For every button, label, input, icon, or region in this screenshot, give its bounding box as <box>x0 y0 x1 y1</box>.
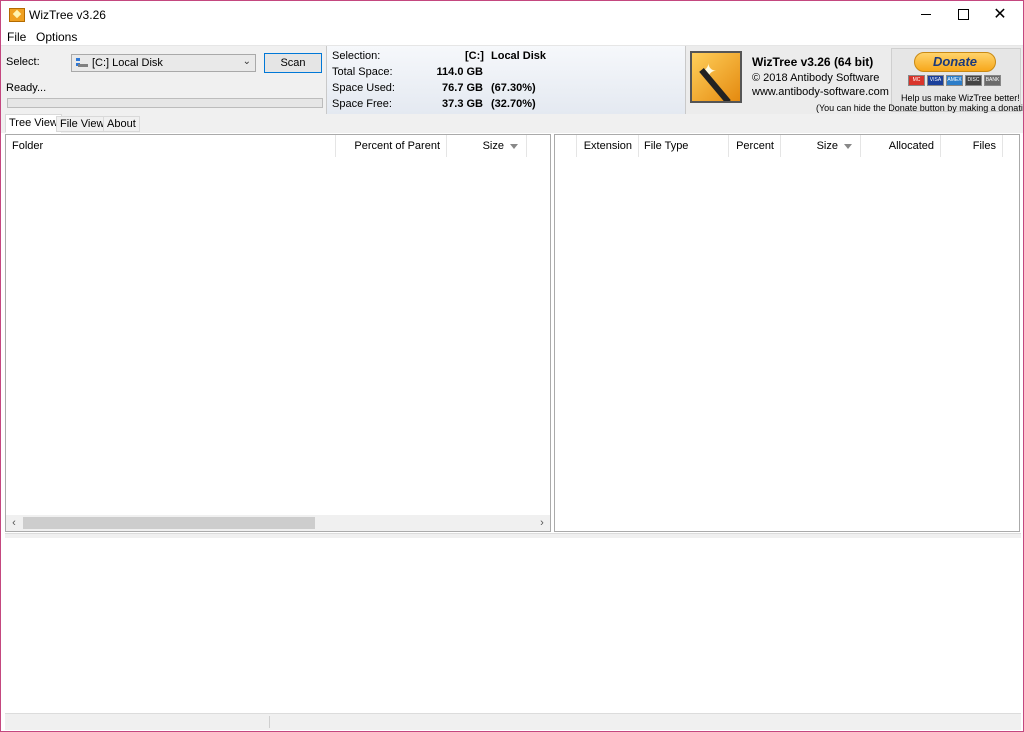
tab-file-view[interactable]: File View <box>56 116 109 132</box>
minimize-icon <box>921 14 931 16</box>
column-percent-of-parent[interactable]: Percent of Parent <box>336 135 447 157</box>
maximize-icon <box>957 9 969 21</box>
scan-button[interactable]: Scan <box>264 53 322 73</box>
amex-icon: AMEX <box>946 75 963 86</box>
disk-stats-panel: Selection: [C:] Local Disk Total Space: … <box>327 46 685 114</box>
sort-descending-icon <box>844 143 852 149</box>
website-link[interactable]: www.antibody-software.com <box>752 86 889 98</box>
space-free-label: Space Free: <box>332 98 392 110</box>
total-space-value: 114.0 GB <box>436 66 483 78</box>
column-file-type[interactable]: File Type <box>639 135 729 157</box>
menu-file[interactable]: File <box>7 30 26 44</box>
title-bar: WizTree v3.26 ✕ <box>1 1 1023 29</box>
column-ext-size[interactable]: Size <box>781 135 861 157</box>
space-used-label: Space Used: <box>332 82 395 94</box>
wiztree-app-icon <box>9 8 25 22</box>
select-label: Select: <box>6 56 40 68</box>
bank-icon: BANK <box>984 75 1001 86</box>
selection-label: Selection: <box>332 50 381 62</box>
payment-cards: MC VISA AMEX DISC BANK <box>908 75 1003 88</box>
drive-select-value: [C:] Local Disk <box>92 57 163 69</box>
scroll-left-icon[interactable]: ‹ <box>6 515 22 531</box>
drive-icon <box>76 58 88 67</box>
app-window: WizTree v3.26 ✕ File Options Select: [C:… <box>0 0 1024 732</box>
product-name: WizTree v3.26 (64 bit) <box>752 55 874 69</box>
scan-progress-bar <box>7 98 323 108</box>
visa-icon: VISA <box>927 75 944 86</box>
magic-wand-logo-icon[interactable]: ✦ <box>690 51 742 103</box>
banner-panel: ✦ WizTree v3.26 (64 bit) © 2018 Antibody… <box>686 46 1023 114</box>
space-used-percent: (67.30%) <box>491 82 536 94</box>
copyright-text: © 2018 Antibody Software <box>752 72 880 84</box>
tab-tree-view[interactable]: Tree View <box>5 114 62 133</box>
menu-bar: File Options <box>1 29 1023 45</box>
top-panel: Select: [C:] Local Disk ⌄ Scan Ready... … <box>1 45 1023 114</box>
horizontal-scrollbar[interactable]: ‹ › <box>6 515 550 531</box>
space-free-value: 37.3 GB <box>442 98 483 110</box>
column-files[interactable]: Files <box>941 135 1003 157</box>
status-separator <box>269 716 270 728</box>
space-used-value: 76.7 GB <box>442 82 483 94</box>
minimize-button[interactable] <box>907 1 945 29</box>
mastercard-icon: MC <box>908 75 925 86</box>
donate-button[interactable]: Donate <box>914 52 996 72</box>
tab-about[interactable]: About <box>103 116 140 132</box>
treemap-area[interactable] <box>5 538 1021 712</box>
status-text: Ready... <box>6 82 47 94</box>
window-title: WizTree v3.26 <box>29 8 106 22</box>
file-types-panel[interactable]: Extension File Type Percent Size Allocat… <box>554 134 1020 532</box>
column-allocated[interactable]: Allocated <box>861 135 941 157</box>
chevron-down-icon: ⌄ <box>242 56 251 67</box>
view-tabs: Tree View File View About <box>1 114 1023 133</box>
donate-help-text: Help us make WizTree better! <box>901 93 1020 103</box>
column-size[interactable]: Size <box>447 135 527 157</box>
selection-drive: [C:] <box>465 50 484 62</box>
column-folder[interactable]: Folder <box>6 135 336 157</box>
menu-options[interactable]: Options <box>36 30 77 44</box>
column-percent[interactable]: Percent <box>729 135 781 157</box>
column-extension[interactable]: Extension <box>577 135 639 157</box>
column-size-label: Size <box>482 140 504 152</box>
column-ext-size-label: Size <box>816 140 838 152</box>
discover-icon: DISC <box>965 75 982 86</box>
scrollbar-thumb[interactable] <box>23 517 315 529</box>
drive-select[interactable]: [C:] Local Disk ⌄ <box>71 54 256 72</box>
close-button[interactable]: ✕ <box>981 1 1019 29</box>
maximize-button[interactable] <box>944 1 982 29</box>
close-icon: ✕ <box>993 6 1007 23</box>
tree-view-panel[interactable]: Folder Percent of Parent Size ‹ › <box>5 134 551 532</box>
status-bar <box>5 713 1021 730</box>
donate-hide-note: (You can hide the Donate button by makin… <box>816 103 1024 113</box>
space-free-percent: (32.70%) <box>491 98 536 110</box>
total-space-label: Total Space: <box>332 66 393 78</box>
sort-descending-icon <box>510 143 518 149</box>
scroll-right-icon[interactable]: › <box>534 515 550 531</box>
selection-name: Local Disk <box>491 50 547 62</box>
column-color[interactable] <box>555 135 577 157</box>
